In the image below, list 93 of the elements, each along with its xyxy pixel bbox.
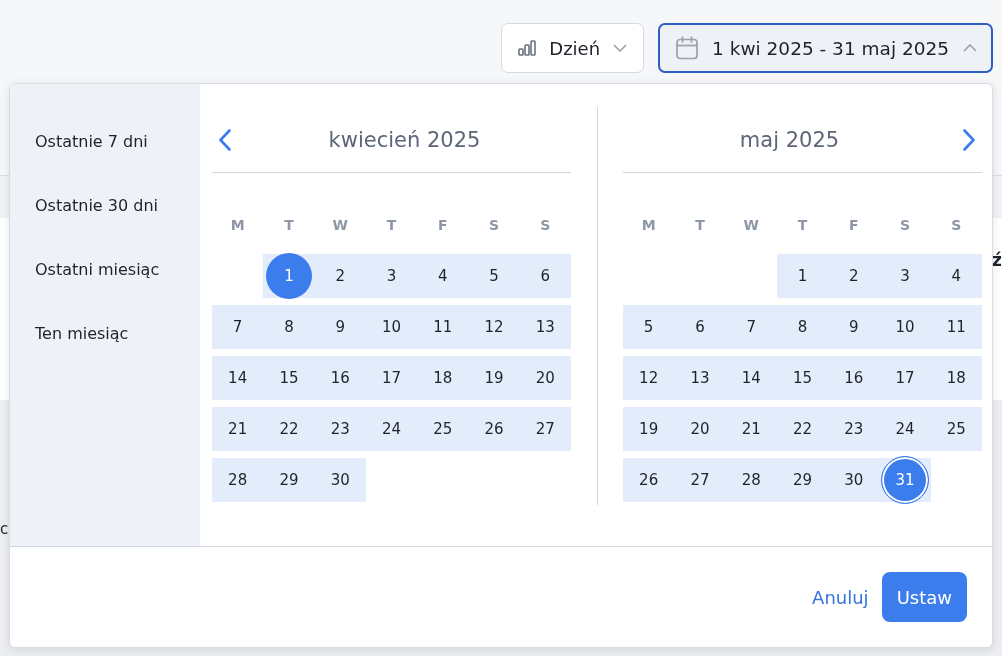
calendar-day[interactable]: 11 (419, 304, 466, 350)
calendar-day[interactable]: 22 (779, 406, 826, 452)
calendar-day[interactable]: 9 (317, 304, 364, 350)
calendar-day[interactable]: 9 (830, 304, 877, 350)
calendar-day[interactable]: 25 (933, 406, 980, 452)
calendar-day[interactable]: 25 (419, 406, 466, 452)
weekday-label: S (951, 216, 962, 235)
calendar-day[interactable]: 28 (728, 457, 775, 503)
preset-option[interactable]: Ostatni miesiąc (35, 249, 160, 289)
chevron-down-icon (613, 44, 628, 52)
calendar-day[interactable]: 22 (265, 406, 312, 452)
calendar-day[interactable]: 18 (933, 355, 980, 401)
weekday-label: S (489, 216, 500, 235)
month-title: kwiecień 2025 (327, 127, 482, 152)
chevron-up-icon (963, 44, 977, 52)
calendar-day[interactable]: 24 (368, 406, 415, 452)
calendar-day[interactable]: 29 (779, 457, 826, 503)
chevron-right-icon (963, 128, 975, 151)
date-range-dropdown[interactable]: 1 kwi 2025 - 31 maj 2025 (658, 23, 993, 73)
calendar-day[interactable]: 5 (471, 253, 518, 299)
calendar-day[interactable]: 13 (522, 304, 569, 350)
calendar-day[interactable]: 19 (471, 355, 518, 401)
calendar-day[interactable]: 6 (676, 304, 723, 350)
calendar-day[interactable]: 26 (625, 457, 672, 503)
calendar-day[interactable]: 13 (676, 355, 723, 401)
calendar-day[interactable]: 5 (625, 304, 672, 350)
calendar-icon (676, 36, 699, 60)
calendar-day[interactable]: 18 (419, 355, 466, 401)
calendar-day[interactable]: 6 (522, 253, 569, 299)
weekday-label: W (332, 216, 348, 235)
calendar-day[interactable]: 3 (882, 253, 929, 299)
bar-chart-icon (518, 40, 537, 56)
calendar-day[interactable]: 4 (933, 253, 980, 299)
calendar-day[interactable]: 14 (728, 355, 775, 401)
calendar-day[interactable]: 15 (779, 355, 826, 401)
calendar-day[interactable]: 23 (317, 406, 364, 452)
calendar-day[interactable]: 24 (882, 406, 929, 452)
calendar-day[interactable]: 10 (882, 304, 929, 350)
calendar-day[interactable]: 14 (214, 355, 261, 401)
calendar-day[interactable]: 28 (214, 457, 261, 503)
calendar-day[interactable]: 23 (830, 406, 877, 452)
calendar-day[interactable]: 30 (317, 457, 364, 503)
calendar-day[interactable]: 16 (830, 355, 877, 401)
weekday-label: S (900, 216, 911, 235)
calendar-day[interactable]: 20 (676, 406, 723, 452)
calendar-day[interactable]: 30 (830, 457, 877, 503)
calendar-day[interactable]: 10 (368, 304, 415, 350)
weekday-label: F (438, 216, 448, 235)
period-dropdown[interactable]: Dzień (501, 23, 645, 73)
calendar-day[interactable]: 1 (265, 253, 312, 299)
calendar-day[interactable]: 8 (265, 304, 312, 350)
calendar-day[interactable]: 15 (265, 355, 312, 401)
calendar-day[interactable]: 8 (779, 304, 826, 350)
chevron-left-icon (219, 128, 231, 151)
text-fragment: c (0, 520, 9, 538)
calendar-day[interactable]: 21 (214, 406, 261, 452)
heading-fragment: ź (992, 250, 1002, 270)
cancel-link[interactable]: Anuluj (812, 586, 869, 608)
calendar-day[interactable]: 26 (471, 406, 518, 452)
calendar-day[interactable]: 4 (419, 253, 466, 299)
apply-button[interactable]: Ustaw (881, 572, 967, 622)
weekday-label: T (695, 216, 705, 235)
month-title: maj 2025 (738, 127, 841, 152)
weekday-label: M (230, 216, 245, 235)
calendar-day[interactable]: 7 (728, 304, 775, 350)
calendar-day[interactable]: 27 (522, 406, 569, 452)
calendar-day[interactable]: 19 (625, 406, 672, 452)
calendar-day[interactable]: 2 (830, 253, 877, 299)
preset-option[interactable]: Ostatnie 7 dni (35, 121, 148, 161)
weekday-label: T (386, 216, 397, 235)
preset-option[interactable]: Ostatnie 30 dni (35, 185, 158, 225)
calendar-day[interactable]: 7 (214, 304, 261, 350)
weekday-label: M (641, 216, 656, 235)
weekday-label: S (540, 216, 551, 235)
weekday-label: W (743, 216, 759, 235)
preset-option[interactable]: Ten miesiąc (35, 313, 129, 353)
calendar-day[interactable]: 20 (522, 355, 569, 401)
calendar-day[interactable]: 1 (779, 253, 826, 299)
calendar-day[interactable]: 21 (728, 406, 775, 452)
calendar-day[interactable]: 16 (317, 355, 364, 401)
weekday-label: T (797, 216, 808, 235)
weekday-label: T (284, 216, 294, 235)
calendar-day[interactable]: 11 (933, 304, 980, 350)
calendar-day[interactable]: 27 (676, 457, 723, 503)
calendar-day[interactable]: 29 (265, 457, 312, 503)
calendar-day[interactable]: 31 (881, 456, 930, 504)
calendar-day[interactable]: 17 (368, 355, 415, 401)
calendar-day[interactable]: 17 (882, 355, 929, 401)
weekday-label: F (849, 216, 859, 235)
calendar-day[interactable]: 12 (625, 355, 672, 401)
calendar-day[interactable]: 3 (368, 253, 415, 299)
calendar-day[interactable]: 2 (317, 253, 364, 299)
calendar-day[interactable]: 12 (471, 304, 518, 350)
